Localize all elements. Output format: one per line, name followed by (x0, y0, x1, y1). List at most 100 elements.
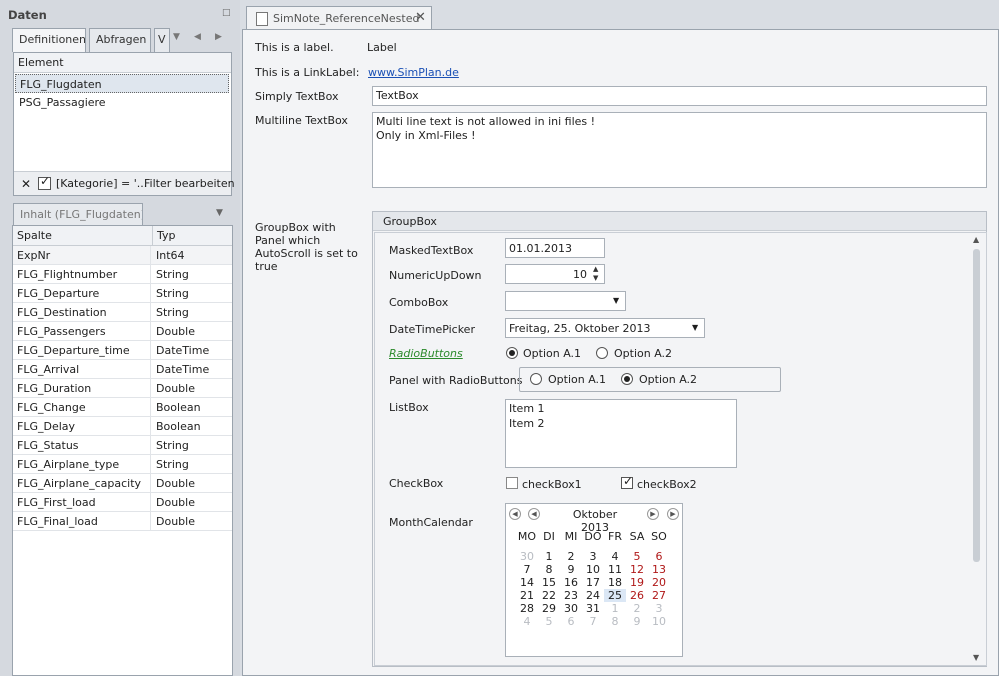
calendar-next-year-icon[interactable]: ▶ (667, 508, 679, 520)
calendar-day[interactable]: 27 (648, 589, 670, 602)
calendar-day[interactable]: 8 (604, 615, 626, 628)
table-row[interactable]: FLG_Final_load Double (13, 512, 232, 531)
clear-filter-icon[interactable]: ✕ (21, 177, 31, 191)
checkbox-1[interactable] (506, 477, 518, 489)
table-row[interactable]: FLG_Status String (13, 436, 232, 455)
table-row[interactable]: FLG_Destination String (13, 303, 232, 322)
chevron-down-icon[interactable]: ▼ (216, 208, 223, 218)
table-row[interactable]: FLG_Departure_time DateTime (13, 341, 232, 360)
table-row[interactable]: FLG_Change Boolean (13, 398, 232, 417)
calendar-day[interactable]: 2 (560, 550, 582, 563)
calendar-day[interactable]: 17 (582, 576, 604, 589)
scrollbar-thumb[interactable] (973, 249, 980, 562)
calendar-day[interactable]: 4 (604, 550, 626, 563)
calendar-day[interactable]: 19 (626, 576, 648, 589)
checkbox-2[interactable]: ✓ (621, 474, 633, 489)
calendar-prev-month-icon[interactable]: ◀ (528, 508, 540, 520)
calendar-day[interactable]: 16 (560, 576, 582, 589)
calendar-day[interactable]: 28 (516, 602, 538, 615)
masked-textbox[interactable]: 01.01.2013 (505, 238, 605, 258)
calendar-day[interactable]: 23 (560, 589, 582, 602)
document-tab[interactable]: SimNote_ReferenceNested ✕ (246, 6, 432, 30)
table-row[interactable]: FLG_Passengers Double (13, 322, 232, 341)
calendar-day[interactable]: 11 (604, 563, 626, 576)
list-item[interactable]: PSG_Passagiere (15, 93, 229, 112)
website-link[interactable]: www.SimPlan.de (368, 66, 459, 79)
list-item[interactable]: Item 2 (509, 417, 545, 430)
calendar-day[interactable]: 14 (516, 576, 538, 589)
calendar-day[interactable]: 9 (626, 615, 648, 628)
calendar-day[interactable]: 10 (582, 563, 604, 576)
filter-checkbox[interactable]: ✓ (38, 174, 51, 190)
table-row[interactable]: ExpNr Int64 (13, 246, 232, 265)
panel-radio-a1[interactable] (530, 373, 542, 385)
panel-radio-a2[interactable] (621, 373, 633, 385)
scroll-up-icon[interactable]: ▲ (973, 235, 979, 244)
column-header-spalte[interactable]: Spalte (13, 226, 151, 245)
radio-option-a2[interactable] (596, 347, 608, 359)
column-header-element[interactable]: Element (14, 53, 64, 72)
spin-down-icon[interactable]: ▼ (593, 274, 598, 282)
table-row[interactable]: FLG_Arrival DateTime (13, 360, 232, 379)
datetime-picker[interactable]: Freitag, 25. Oktober 2013 ▼ (505, 318, 705, 338)
table-row[interactable]: FLG_Departure String (13, 284, 232, 303)
table-row[interactable]: FLG_Flightnumber String (13, 265, 232, 284)
chevron-down-icon[interactable]: ▼ (173, 32, 180, 42)
calendar-day[interactable]: 24 (582, 589, 604, 602)
calendar-day[interactable]: 5 (626, 550, 648, 563)
calendar-day[interactable]: 20 (648, 576, 670, 589)
table-row[interactable]: FLG_First_load Double (13, 493, 232, 512)
calendar-day[interactable]: 10 (648, 615, 670, 628)
calendar-day[interactable]: 30 (560, 602, 582, 615)
table-row[interactable]: FLG_Airplane_capacity Double (13, 474, 232, 493)
tab-definitionen[interactable]: Definitionen (12, 28, 86, 52)
calendar-day[interactable]: 6 (560, 615, 582, 628)
calendar-day[interactable]: 2 (626, 602, 648, 615)
calendar-day[interactable]: 31 (582, 602, 604, 615)
calendar-day[interactable]: 26 (626, 589, 648, 602)
calendar-day[interactable]: 22 (538, 589, 560, 602)
calendar-day[interactable]: 3 (582, 550, 604, 563)
scroll-down-icon[interactable]: ▼ (973, 653, 979, 662)
tab-abfragen[interactable]: Abfragen (89, 28, 151, 52)
calendar-day[interactable]: 7 (582, 615, 604, 628)
calendar-day[interactable]: 12 (626, 563, 648, 576)
listbox[interactable]: Item 1 Item 2 (505, 399, 737, 468)
radiobuttons-link[interactable]: RadioButtons (389, 347, 463, 360)
calendar-day[interactable]: 25 (604, 589, 626, 602)
multiline-textbox[interactable]: Multi line text is not allowed in ini fi… (372, 112, 987, 188)
filter-edit-link[interactable]: Filter bearbeiten (144, 177, 235, 190)
calendar-day[interactable]: 1 (538, 550, 560, 563)
calendar-next-month-icon[interactable]: ▶ (647, 508, 659, 520)
calendar-day[interactable]: 30 (516, 550, 538, 563)
vertical-scrollbar[interactable]: ▲ ▼ (970, 233, 984, 665)
pin-icon[interactable]: □ (222, 9, 231, 18)
chevron-down-icon[interactable]: ▼ (613, 296, 619, 305)
numeric-updown[interactable]: 10 ▲ ▼ (505, 264, 605, 284)
calendar-day[interactable]: 6 (648, 550, 670, 563)
calendar-day[interactable]: 15 (538, 576, 560, 589)
table-row[interactable]: FLG_Delay Boolean (13, 417, 232, 436)
calendar-day[interactable]: 13 (648, 563, 670, 576)
calendar-day[interactable]: 3 (648, 602, 670, 615)
calendar-day[interactable]: 8 (538, 563, 560, 576)
table-row[interactable]: FLG_Duration Double (13, 379, 232, 398)
month-calendar[interactable]: ◀ ◀ Oktober 2013 ▶ ▶ MO DI MI DO FR SA SO 30 1 2… (505, 503, 683, 657)
spin-up-icon[interactable]: ▲ (593, 265, 598, 273)
radio-option-a1[interactable] (506, 347, 518, 359)
calendar-day[interactable]: 9 (560, 563, 582, 576)
calendar-day[interactable]: 4 (516, 615, 538, 628)
list-item[interactable]: Item 1 (509, 402, 545, 415)
calendar-day[interactable]: 1 (604, 602, 626, 615)
chevron-down-icon[interactable]: ▼ (692, 323, 698, 332)
scroll-right-icon[interactable]: ▶ (215, 32, 222, 42)
table-row[interactable]: FLG_Airplane_type String (13, 455, 232, 474)
calendar-day[interactable]: 7 (516, 563, 538, 576)
calendar-day[interactable]: 29 (538, 602, 560, 615)
calendar-prev-year-icon[interactable]: ◀ (509, 508, 521, 520)
tab-inhalt[interactable]: Inhalt (FLG_Flugdaten) (13, 203, 143, 227)
calendar-day[interactable]: 21 (516, 589, 538, 602)
calendar-day[interactable]: 18 (604, 576, 626, 589)
column-header-typ[interactable]: Typ (152, 226, 176, 245)
combobox[interactable]: ▼ (505, 291, 626, 311)
